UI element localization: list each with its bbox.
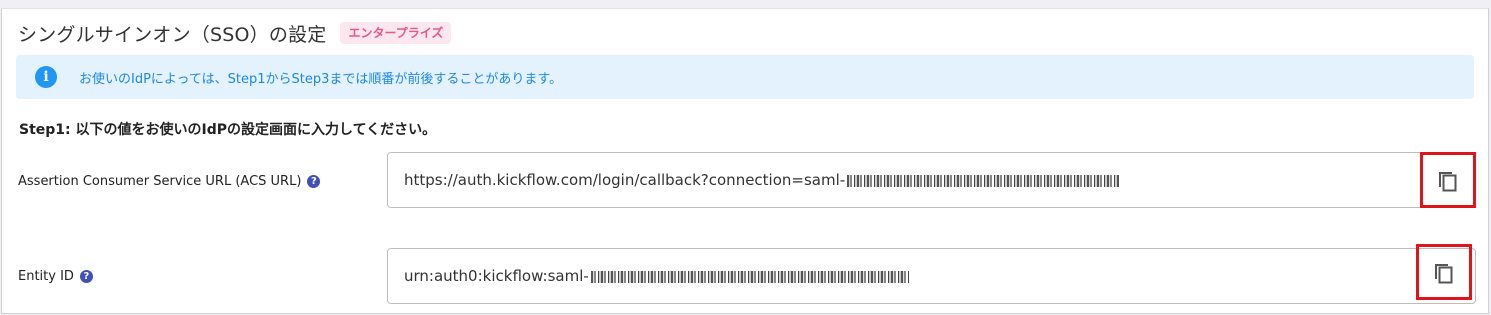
info-banner: i お使いのIdPによっては、Step1からStep3までは順番が前後することが… xyxy=(16,55,1474,99)
help-icon[interactable]: ? xyxy=(79,270,93,283)
step1-heading: Step1: 以下の値をお使いのIdPの設定画面に入力してください。 xyxy=(19,122,437,138)
title-row: シングルサインオン（SSO）の設定 エンタープライズ xyxy=(18,18,452,48)
entity-id-label-row: Entity ID ? xyxy=(18,269,93,284)
copy-entity-id-button[interactable] xyxy=(1416,244,1472,300)
info-icon: i xyxy=(35,66,57,88)
enterprise-badge: エンタープライズ xyxy=(340,22,452,44)
acs-url-label-row: Assertion Consumer Service URL (ACS URL)… xyxy=(18,174,321,189)
page-title: シングルサインオン（SSO）の設定 xyxy=(18,23,327,46)
entity-id-label: Entity ID xyxy=(18,269,74,284)
info-text: お使いのIdPによっては、Step1からStep3までは順番が前後することがあり… xyxy=(79,71,563,87)
help-icon[interactable]: ? xyxy=(307,175,321,188)
redacted-text xyxy=(847,174,1120,187)
acs-url-field[interactable]: https://auth.kickflow.com/login/callback… xyxy=(387,152,1476,208)
copy-acs-url-button[interactable] xyxy=(1420,152,1476,208)
acs-url-value: https://auth.kickflow.com/login/callback… xyxy=(404,171,1120,189)
acs-url-label: Assertion Consumer Service URL (ACS URL) xyxy=(18,174,302,189)
entity-id-value: urn:auth0:kickflow:saml- xyxy=(404,267,909,285)
redacted-text xyxy=(590,270,909,283)
entity-id-field[interactable]: urn:auth0:kickflow:saml- xyxy=(387,248,1476,304)
copy-icon xyxy=(1439,172,1457,192)
copy-icon xyxy=(1435,264,1453,284)
